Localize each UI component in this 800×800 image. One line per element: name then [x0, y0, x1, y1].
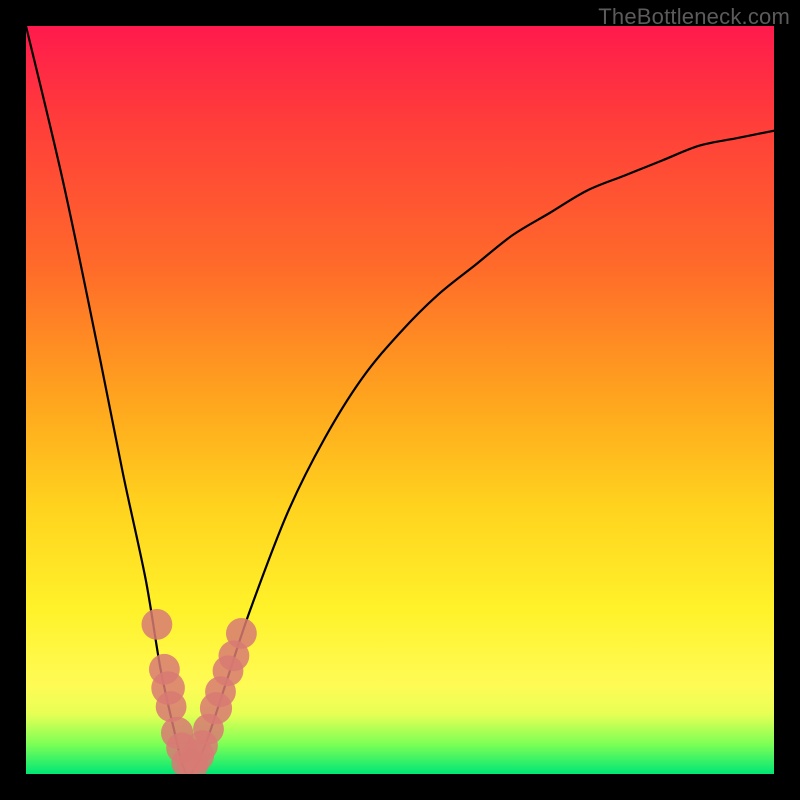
- marker-dot: [142, 609, 173, 640]
- marker-dots: [142, 609, 257, 774]
- marker-dot: [156, 691, 187, 722]
- chart-frame: TheBottleneck.com: [0, 0, 800, 800]
- marker-dot: [226, 618, 257, 649]
- bottleneck-curve: [26, 26, 774, 774]
- curve-layer: [26, 26, 774, 774]
- plot-area: [26, 26, 774, 774]
